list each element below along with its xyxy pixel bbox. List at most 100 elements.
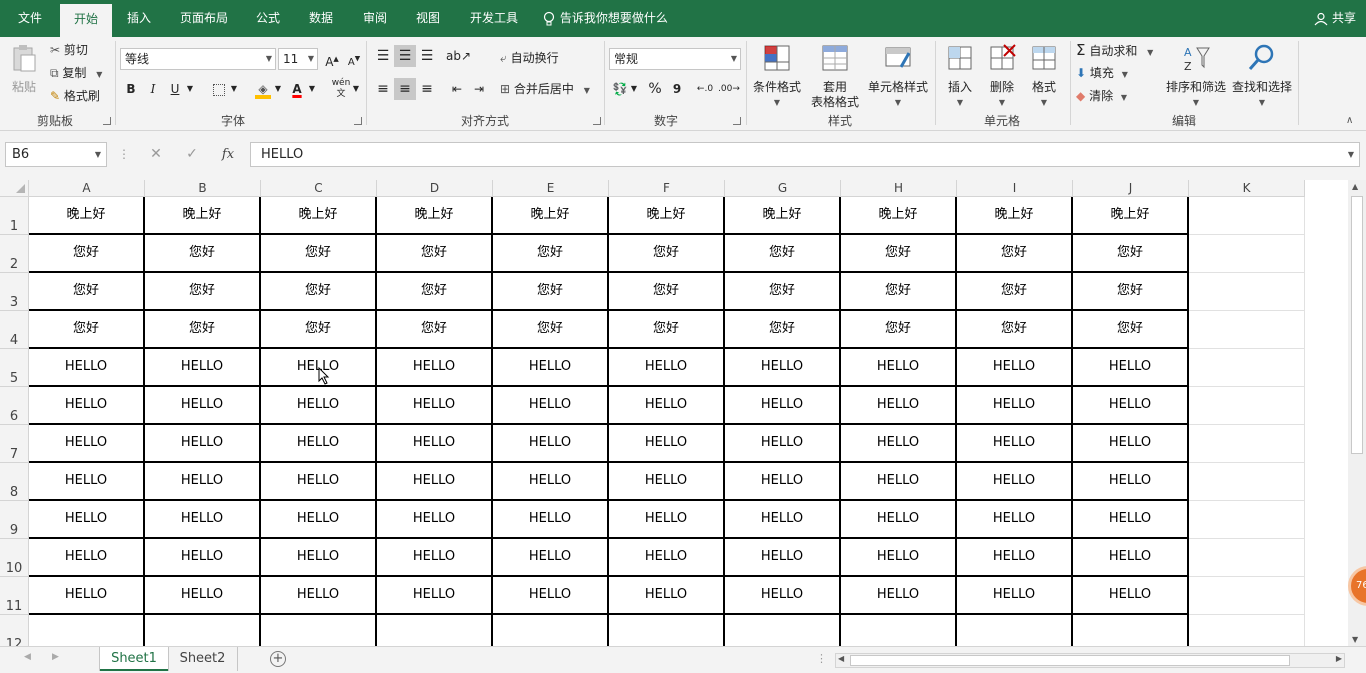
cell-F9[interactable]: HELLO bbox=[609, 501, 725, 539]
cell-A11[interactable]: HELLO bbox=[29, 577, 145, 615]
scroll-right-icon[interactable]: ▶ bbox=[52, 652, 59, 662]
border-button[interactable] bbox=[208, 78, 230, 100]
chevron-down-icon[interactable]: ▼ bbox=[184, 78, 196, 100]
cell-J6[interactable]: HELLO bbox=[1073, 387, 1189, 425]
format-painter-button[interactable]: ✎ 格式刷 bbox=[50, 85, 100, 107]
column-header[interactable]: F bbox=[609, 180, 725, 197]
cell-F6[interactable]: HELLO bbox=[609, 387, 725, 425]
cell-D5[interactable]: HELLO bbox=[377, 349, 493, 387]
comma-button[interactable]: 9 bbox=[666, 78, 688, 100]
cell-A7[interactable]: HELLO bbox=[29, 425, 145, 463]
row-header[interactable]: 2 bbox=[0, 235, 29, 273]
horizontal-scroll-thumb[interactable] bbox=[850, 655, 1290, 666]
formula-input[interactable]: HELLO ▼ bbox=[250, 142, 1360, 167]
share-button[interactable]: 共享 bbox=[1314, 0, 1356, 37]
cell-B1[interactable]: 晚上好 bbox=[145, 197, 261, 235]
cell-D12[interactable] bbox=[377, 615, 493, 646]
cell-G3[interactable]: 您好 bbox=[725, 273, 841, 311]
chevron-down-icon[interactable]: ▼ bbox=[628, 78, 640, 100]
cell-J10[interactable]: HELLO bbox=[1073, 539, 1189, 577]
cell-K3[interactable] bbox=[1189, 273, 1305, 311]
cell-H12[interactable] bbox=[841, 615, 957, 646]
cell-D10[interactable]: HELLO bbox=[377, 539, 493, 577]
cell-I3[interactable]: 您好 bbox=[957, 273, 1073, 311]
column-header[interactable]: G bbox=[725, 180, 841, 197]
cell-A1[interactable]: 晚上好 bbox=[29, 197, 145, 235]
cell-H3[interactable]: 您好 bbox=[841, 273, 957, 311]
cell-H7[interactable]: HELLO bbox=[841, 425, 957, 463]
autosum-button[interactable]: Σ 自动求和 ▼ bbox=[1076, 39, 1153, 61]
cell-F1[interactable]: 晚上好 bbox=[609, 197, 725, 235]
copy-button[interactable]: ⧉ 复制 ▼ bbox=[50, 62, 102, 84]
cell-H5[interactable]: HELLO bbox=[841, 349, 957, 387]
align-bottom-button[interactable]: ☰ bbox=[416, 45, 438, 67]
cell-B3[interactable]: 您好 bbox=[145, 273, 261, 311]
cell-D11[interactable]: HELLO bbox=[377, 577, 493, 615]
cell-B10[interactable]: HELLO bbox=[145, 539, 261, 577]
cell-F12[interactable] bbox=[609, 615, 725, 646]
cell-I8[interactable]: HELLO bbox=[957, 463, 1073, 501]
cell-K9[interactable] bbox=[1189, 501, 1305, 539]
cell-K10[interactable] bbox=[1189, 539, 1305, 577]
worksheet-grid[interactable]: A B C D E F G H I J K 1 晚上好 晚上好 晚上好 晚上好 晚上好 晚上好 晚上好 晚上好 晚上好晚… bbox=[0, 180, 1348, 646]
insert-function-button[interactable]: fx bbox=[216, 142, 240, 167]
cell-F8[interactable]: HELLO bbox=[609, 463, 725, 501]
cell-F3[interactable]: 您好 bbox=[609, 273, 725, 311]
tab-home[interactable]: 开始 bbox=[60, 4, 112, 37]
row-header[interactable]: 11 bbox=[0, 577, 29, 615]
delete-cells-button[interactable]: 删除 ▼ bbox=[982, 43, 1022, 110]
cell-A3[interactable]: 您好 bbox=[29, 273, 145, 311]
paste-button[interactable]: 粘贴 bbox=[6, 43, 42, 95]
cell-H10[interactable]: HELLO bbox=[841, 539, 957, 577]
cell-C3[interactable]: 您好 bbox=[261, 273, 377, 311]
sort-filter-button[interactable]: AZ 排序和筛选 ▼ bbox=[1164, 43, 1228, 110]
alignment-launcher-icon[interactable] bbox=[593, 117, 601, 125]
insert-cells-button[interactable]: 插入 ▼ bbox=[940, 43, 980, 110]
cell-B7[interactable]: HELLO bbox=[145, 425, 261, 463]
cell-G11[interactable]: HELLO bbox=[725, 577, 841, 615]
column-header[interactable]: C bbox=[261, 180, 377, 197]
cell-I10[interactable]: HELLO bbox=[957, 539, 1073, 577]
cell-E1[interactable]: 晚上好 bbox=[493, 197, 609, 235]
cell-K11[interactable] bbox=[1189, 577, 1305, 615]
cell-K12[interactable] bbox=[1189, 615, 1305, 646]
cell-D9[interactable]: HELLO bbox=[377, 501, 493, 539]
column-header[interactable]: E bbox=[493, 180, 609, 197]
cell-A6[interactable]: HELLO bbox=[29, 387, 145, 425]
cell-K1[interactable] bbox=[1189, 197, 1305, 235]
cut-button[interactable]: ✂ 剪切 bbox=[50, 39, 88, 61]
cell-E5[interactable]: HELLO bbox=[493, 349, 609, 387]
cell-A4[interactable]: 您好 bbox=[29, 311, 145, 349]
cell-I12[interactable] bbox=[957, 615, 1073, 646]
font-size-combo[interactable]: 11 ▼ bbox=[278, 48, 318, 70]
align-right-button[interactable]: ≡ bbox=[416, 78, 438, 100]
cell-C4[interactable]: 您好 bbox=[261, 311, 377, 349]
cell-J11[interactable]: HELLO bbox=[1073, 577, 1189, 615]
increase-indent-button[interactable]: ⇥ bbox=[468, 78, 490, 100]
cell-H2[interactable]: 您好 bbox=[841, 235, 957, 273]
cell-A8[interactable]: HELLO bbox=[29, 463, 145, 501]
chevron-down-icon[interactable]: ▼ bbox=[306, 78, 318, 100]
cell-C2[interactable]: 您好 bbox=[261, 235, 377, 273]
clear-button[interactable]: ◆ 清除 ▼ bbox=[1076, 85, 1127, 107]
chevron-down-icon[interactable]: ▼ bbox=[228, 78, 240, 100]
cell-E7[interactable]: HELLO bbox=[493, 425, 609, 463]
fill-color-button[interactable]: ◈ bbox=[252, 78, 274, 100]
cell-I6[interactable]: HELLO bbox=[957, 387, 1073, 425]
clipboard-launcher-icon[interactable] bbox=[103, 117, 111, 125]
tab-formulas[interactable]: 公式 bbox=[242, 0, 294, 37]
cell-J1[interactable]: 晚上好 bbox=[1073, 197, 1189, 235]
column-header[interactable]: J bbox=[1073, 180, 1189, 197]
cell-B12[interactable] bbox=[145, 615, 261, 646]
tab-data[interactable]: 数据 bbox=[294, 0, 348, 37]
cell-F5[interactable]: HELLO bbox=[609, 349, 725, 387]
cell-C8[interactable]: HELLO bbox=[261, 463, 377, 501]
cell-I11[interactable]: HELLO bbox=[957, 577, 1073, 615]
number-launcher-icon[interactable] bbox=[733, 117, 741, 125]
row-header[interactable]: 3 bbox=[0, 273, 29, 311]
cell-I4[interactable]: 您好 bbox=[957, 311, 1073, 349]
cell-H11[interactable]: HELLO bbox=[841, 577, 957, 615]
scroll-up-icon[interactable]: ▲ bbox=[1352, 182, 1358, 191]
tell-me-box[interactable]: 告诉我你想要做什么 bbox=[542, 0, 668, 37]
decrease-indent-button[interactable]: ⇤ bbox=[446, 78, 468, 100]
